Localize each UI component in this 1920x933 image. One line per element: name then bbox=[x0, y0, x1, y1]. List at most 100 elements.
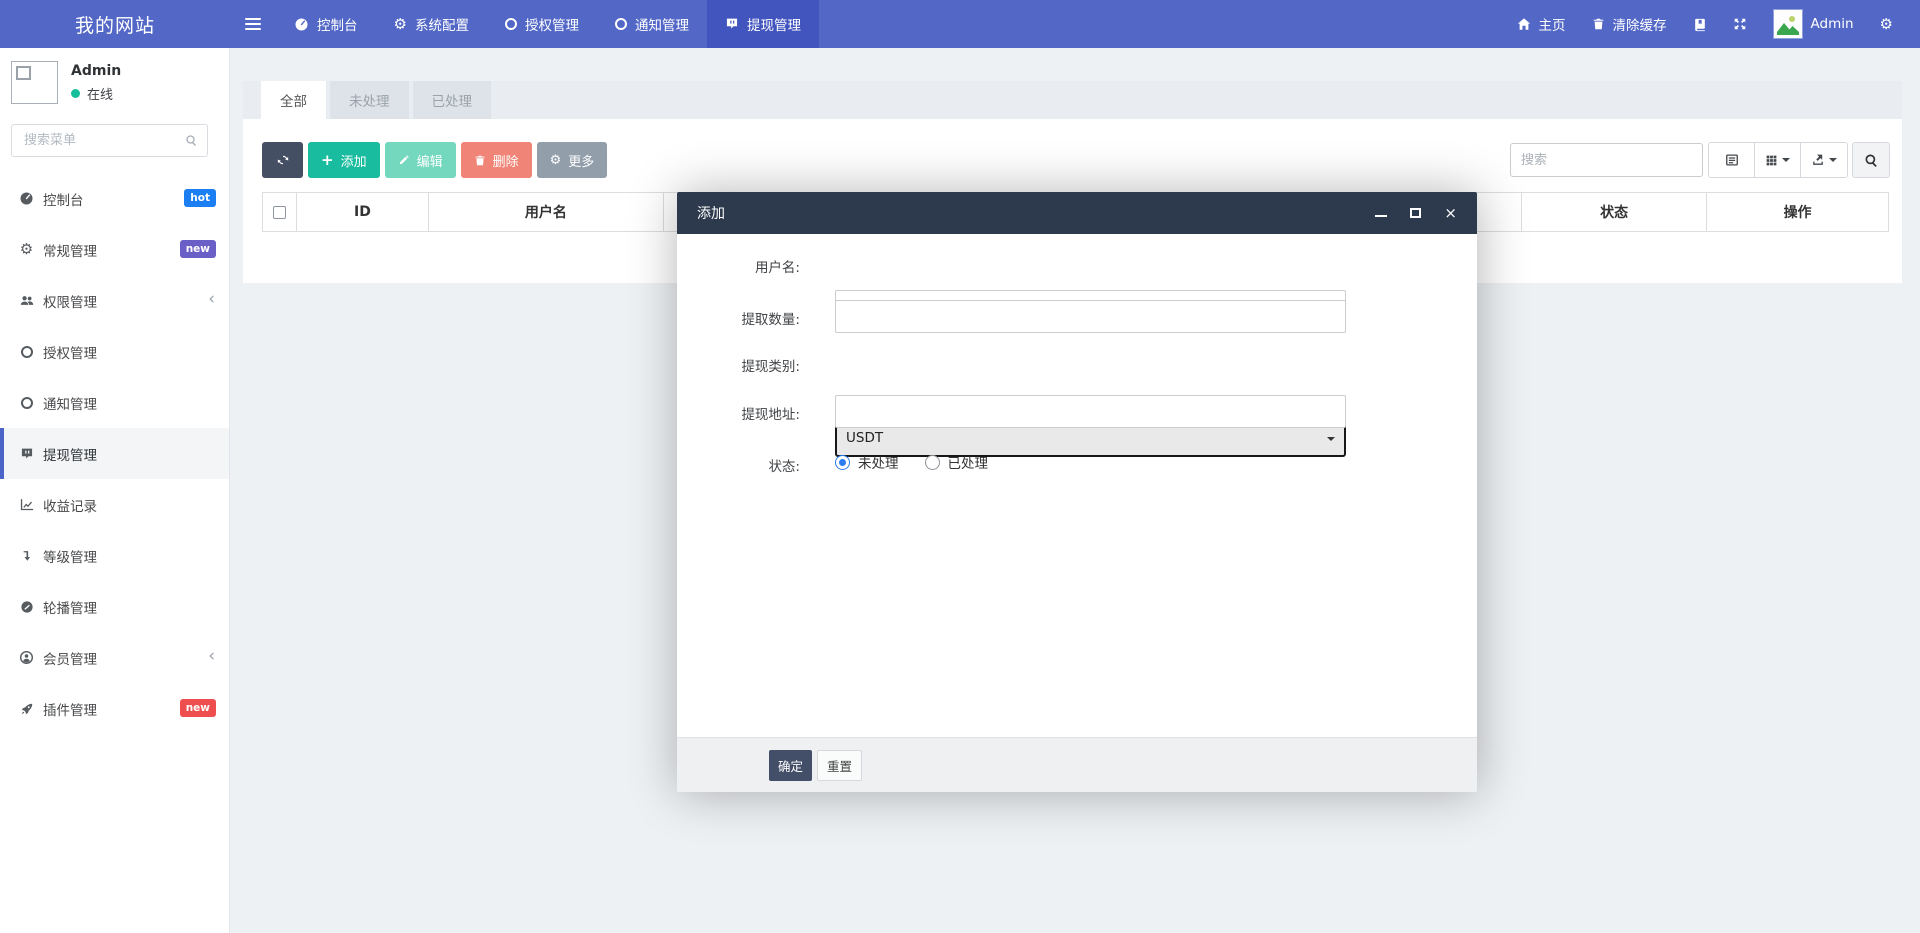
tab-all[interactable]: 全部 bbox=[261, 81, 326, 119]
dialog-header[interactable]: 添加 × bbox=[677, 192, 1477, 234]
confirm-button[interactable]: 确定 bbox=[769, 750, 812, 781]
sidebar-toggle-button[interactable] bbox=[230, 0, 276, 48]
type-select-value: USDT bbox=[846, 430, 883, 446]
dialog-title: 添加 bbox=[697, 203, 725, 223]
dialog-footer: 确定 重置 bbox=[677, 737, 1477, 792]
expand-icon bbox=[1733, 17, 1747, 31]
list-icon bbox=[1725, 153, 1739, 167]
users-icon bbox=[18, 293, 35, 308]
gear-icon: ⚙ bbox=[550, 154, 562, 167]
amount-label: 提取数量: bbox=[677, 308, 800, 328]
caret-down-icon bbox=[1829, 158, 1837, 166]
plus-icon: + bbox=[321, 153, 334, 168]
chevron-left-icon: ‹ bbox=[208, 289, 215, 309]
column-header-status[interactable]: 状态 bbox=[1522, 193, 1707, 231]
nav-item-withdraw-manage[interactable]: 提现管理 bbox=[707, 0, 819, 48]
top-navbar: 我的网站 控制台 ⚙ 系统配置 授权管理 通知管理 提现管理 主页 bbox=[0, 0, 1920, 48]
edit-button[interactable]: 编辑 bbox=[385, 142, 456, 178]
sidebar-item-member-manage[interactable]: 会员管理 ‹ bbox=[0, 632, 229, 683]
column-header-action[interactable]: 操作 bbox=[1707, 193, 1889, 231]
nav-item-notice-manage[interactable]: 通知管理 bbox=[597, 0, 707, 48]
broken-image-icon bbox=[16, 66, 31, 80]
radio-processed-label: 已处理 bbox=[948, 452, 989, 472]
column-header-username[interactable]: 用户名 bbox=[429, 193, 664, 231]
sidebar-item-notice-manage[interactable]: 通知管理 bbox=[0, 377, 229, 428]
nav-settings-button[interactable]: ⚙ bbox=[1867, 17, 1906, 32]
nav-fullscreen-button[interactable] bbox=[1720, 17, 1760, 31]
export-button[interactable] bbox=[1801, 143, 1847, 177]
status-radio-group: 未处理 已处理 bbox=[835, 452, 988, 472]
online-dot-icon bbox=[71, 89, 80, 98]
column-header-id[interactable]: ID bbox=[297, 193, 429, 231]
nav-language-button[interactable] bbox=[1680, 17, 1720, 32]
carousel-icon bbox=[18, 600, 35, 614]
view-button-group bbox=[1708, 142, 1848, 178]
nav-home-button[interactable]: 主页 bbox=[1504, 14, 1579, 34]
radio-unprocessed-label: 未处理 bbox=[858, 452, 899, 472]
table-search bbox=[1510, 143, 1703, 177]
minimize-icon[interactable] bbox=[1375, 215, 1387, 217]
trash-icon bbox=[1592, 17, 1605, 31]
menu-search-input[interactable] bbox=[11, 124, 208, 157]
dashboard-icon bbox=[294, 17, 309, 32]
new-badge: new bbox=[180, 699, 216, 717]
circle-icon bbox=[18, 346, 35, 358]
circle-icon bbox=[18, 397, 35, 409]
table-search-input[interactable] bbox=[1510, 143, 1703, 177]
tab-bar: 全部 未处理 已处理 bbox=[243, 81, 1902, 119]
search-submit-button[interactable] bbox=[1852, 142, 1890, 178]
search-icon bbox=[185, 134, 198, 147]
add-button[interactable]: + 添加 bbox=[308, 142, 380, 178]
nav-item-auth-manage[interactable]: 授权管理 bbox=[487, 0, 597, 48]
menu-search bbox=[11, 124, 208, 157]
sidebar-item-level-manage[interactable]: 等级管理 bbox=[0, 530, 229, 581]
address-input[interactable] bbox=[835, 395, 1346, 428]
gears-icon: ⚙ bbox=[18, 242, 35, 257]
status-label: 状态: bbox=[677, 455, 800, 475]
refresh-button[interactable] bbox=[262, 142, 303, 178]
close-icon[interactable]: × bbox=[1444, 206, 1457, 221]
chevron-left-icon: ‹ bbox=[208, 646, 215, 666]
sidebar-item-withdraw-manage[interactable]: 提现管理 bbox=[0, 428, 229, 479]
columns-button[interactable] bbox=[1755, 143, 1801, 177]
delete-button[interactable]: 删除 bbox=[461, 142, 532, 178]
rocket-icon bbox=[18, 702, 35, 716]
home-icon bbox=[1517, 17, 1531, 31]
comment-icon bbox=[18, 447, 35, 461]
book-icon bbox=[1693, 17, 1707, 32]
address-label: 提现地址: bbox=[677, 403, 800, 423]
select-all-checkbox[interactable] bbox=[273, 206, 286, 219]
dialog-window-controls: × bbox=[1375, 206, 1457, 221]
radio-unprocessed[interactable] bbox=[835, 455, 850, 470]
tab-processed[interactable]: 已处理 bbox=[413, 81, 492, 119]
sidebar-item-auth-manage[interactable]: 授权管理 bbox=[0, 326, 229, 377]
detail-view-button[interactable] bbox=[1709, 143, 1755, 177]
amount-input[interactable] bbox=[835, 300, 1346, 333]
nav-user-menu[interactable]: Admin bbox=[1760, 9, 1867, 39]
nav-item-system-config[interactable]: ⚙ 系统配置 bbox=[376, 0, 487, 48]
radio-processed[interactable] bbox=[925, 455, 940, 470]
profile-status: 在线 bbox=[71, 84, 113, 103]
chart-line-icon bbox=[18, 497, 35, 512]
sidebar-item-plugin-manage[interactable]: 插件管理 new bbox=[0, 683, 229, 734]
profile-avatar[interactable] bbox=[11, 61, 58, 104]
tab-unprocessed[interactable]: 未处理 bbox=[330, 81, 409, 119]
sidebar-menu: 控制台 hot ⚙ 常规管理 new 权限管理 ‹ 授权管理 通知管理 提现管理… bbox=[0, 173, 229, 734]
reset-button[interactable]: 重置 bbox=[817, 750, 862, 781]
nav-item-dashboard[interactable]: 控制台 bbox=[276, 0, 376, 48]
grid-icon bbox=[1765, 154, 1778, 167]
sidebar-item-permission-manage[interactable]: 权限管理 ‹ bbox=[0, 275, 229, 326]
sidebar-item-carousel-manage[interactable]: 轮播管理 bbox=[0, 581, 229, 632]
add-dialog: 添加 × 用户名: 提取数量: 提现类别: USDT 提现地址: 状态: 未处理… bbox=[677, 192, 1477, 792]
trash-icon bbox=[474, 154, 486, 167]
sidebar-item-income-records[interactable]: 收益记录 bbox=[0, 479, 229, 530]
more-button[interactable]: ⚙ 更多 bbox=[537, 142, 608, 178]
maximize-icon[interactable] bbox=[1410, 208, 1421, 218]
caret-down-icon bbox=[1327, 437, 1335, 445]
nav-clear-cache-button[interactable]: 清除缓存 bbox=[1579, 14, 1680, 34]
caret-down-icon bbox=[1782, 158, 1790, 166]
sidebar-item-general-manage[interactable]: ⚙ 常规管理 new bbox=[0, 224, 229, 275]
circle-icon bbox=[615, 18, 627, 30]
dashboard-icon bbox=[18, 191, 35, 206]
sidebar-item-dashboard[interactable]: 控制台 hot bbox=[0, 173, 229, 224]
